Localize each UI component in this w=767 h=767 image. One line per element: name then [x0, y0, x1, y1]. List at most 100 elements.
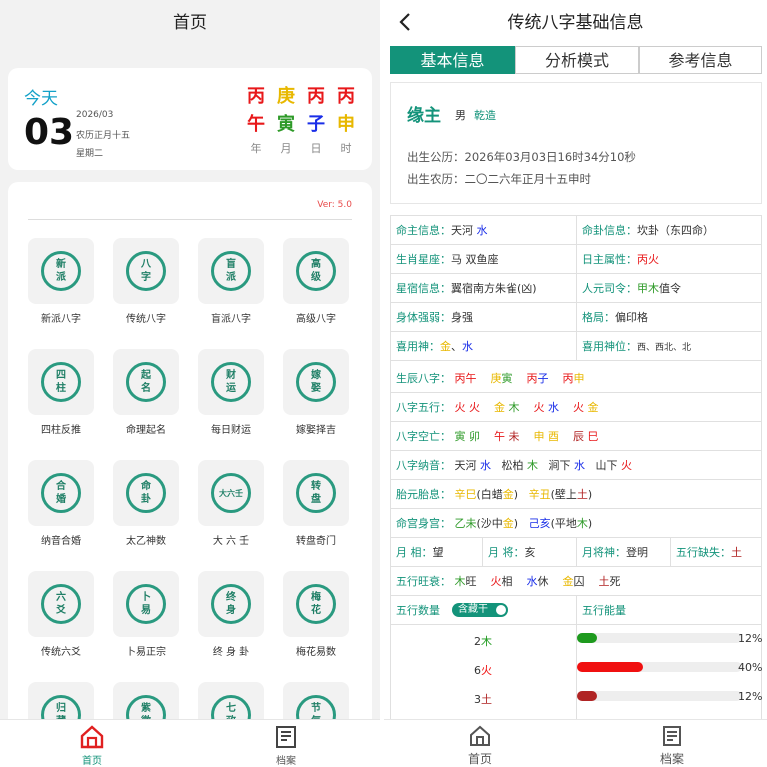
wx-bar-fill — [577, 691, 597, 701]
bazi-hour-branch: 申 — [573, 372, 585, 385]
pillar-label: 月 — [280, 142, 292, 155]
wx-count: 2木 — [474, 633, 492, 649]
tab-home-label: 首页 — [82, 756, 102, 767]
nayin-2: 松柏 — [501, 459, 524, 472]
tool-item[interactable]: 六 爻传统六爻 — [20, 571, 102, 675]
tool-label: 新派八字 — [41, 314, 81, 325]
tool-icon-box: 嫁 娶 — [283, 349, 349, 415]
tab-basic-info[interactable]: 基本信息 — [390, 46, 515, 74]
wx-bar-fill — [577, 633, 597, 643]
seal-icon: 卜 易 — [126, 584, 166, 624]
divider — [28, 219, 352, 220]
tool-label: 四柱反推 — [41, 425, 81, 436]
tab-home-label: 首页 — [467, 752, 492, 766]
moon-phase-value: 望 — [432, 546, 444, 559]
tool-item[interactable]: 嫁 娶嫁娶择吉 — [275, 349, 357, 453]
tool-item[interactable]: 起 名命理起名 — [105, 349, 187, 453]
tool-item[interactable]: 盲 派盲派八字 — [190, 238, 272, 342]
wuxing-6: 水 — [548, 401, 559, 414]
wx-bar-track — [577, 633, 742, 643]
tool-label: 终 身 卦 — [212, 647, 250, 658]
row-minggong: 命宫身宫： 乙未(沙中金) 己亥(平地木) — [390, 509, 762, 538]
tab-analysis-mode[interactable]: 分析模式 — [515, 46, 639, 74]
row-moon: 月 相：望 月 将：亥 月将神：登明 五行缺失：土 — [390, 538, 762, 567]
today-weekday: 星期二 — [76, 149, 104, 159]
tool-item[interactable]: 转 盘转盘奇门 — [275, 460, 357, 564]
tool-item[interactable]: 大六壬大 六 壬 — [190, 460, 272, 564]
kongwang-6: 酉 — [548, 430, 559, 443]
moon-god-key: 月将神： — [582, 546, 626, 559]
tool-icon-box: 卜 易 — [113, 571, 179, 637]
taiyuan-b: 辛丑 — [528, 488, 551, 501]
ws-2: 旺 — [465, 575, 477, 588]
tab-archive[interactable]: 档案 — [642, 724, 702, 767]
tab-home[interactable]: 首页 — [450, 724, 510, 767]
tool-icon-box: 六 爻 — [28, 571, 94, 637]
useful-god-key: 喜用神： — [396, 340, 440, 353]
tool-label: 转盘奇门 — [296, 536, 336, 547]
tool-item[interactable]: 四 柱四柱反推 — [20, 349, 102, 453]
tab-archive[interactable]: 档案 — [256, 724, 316, 767]
nayin-1: 天河 — [454, 459, 477, 472]
profile-solar: 出生公历：2026年03月03日16时34分10秒 — [407, 150, 636, 164]
bazi-month-branch: 寅 — [501, 372, 513, 385]
ming-gua-key: 命卦信息： — [582, 224, 637, 237]
star-key: 星宿信息： — [396, 282, 451, 295]
tool-label: 命理起名 — [126, 425, 166, 436]
today-card[interactable]: 今天 03 2026/03 农历正月十五 星期二 丙午年 庚寅月 丙子日 丙申时 — [8, 68, 372, 170]
tool-item[interactable]: 卜 易卜易正宗 — [105, 571, 187, 675]
today-date: 2026/03 — [76, 110, 114, 120]
tool-icon-box: 转 盘 — [283, 460, 349, 526]
ws-5: 水 — [526, 575, 538, 588]
wangshuai-key: 五行旺衰： — [396, 575, 451, 588]
tool-label: 盲派八字 — [211, 314, 251, 325]
minggong-b3: 木 — [576, 517, 588, 530]
taiyuan-b4: ) — [587, 488, 593, 501]
wx-count-element: 土 — [481, 693, 492, 706]
wuxing-key: 八字五行： — [396, 401, 451, 414]
tool-item[interactable]: 终 身终 身 卦 — [190, 571, 272, 675]
canggan-toggle[interactable]: 含藏干 — [452, 603, 508, 617]
ws-7: 金 — [562, 575, 574, 588]
moon-god-value: 登明 — [626, 546, 648, 559]
bazi-hour-stem: 丙 — [562, 372, 574, 385]
kongwang-5: 申 — [533, 430, 545, 443]
day-master-value: 丙火 — [637, 253, 659, 266]
tool-item[interactable]: 高 级高级八字 — [275, 238, 357, 342]
minggong-a4: ) — [513, 517, 519, 530]
archive-icon — [276, 726, 296, 748]
ming-zhu-value: 天河 — [451, 224, 473, 237]
tool-item[interactable]: 新 派新派八字 — [20, 238, 102, 342]
tab-reference-info[interactable]: 参考信息 — [639, 46, 762, 74]
kongwang-8: 巳 — [587, 430, 599, 443]
kongwang-4: 未 — [508, 430, 520, 443]
tab-home[interactable]: 首页 — [62, 724, 122, 767]
ws-6: 休 — [537, 575, 549, 588]
tool-icon-box: 四 柱 — [28, 349, 94, 415]
seal-icon: 合 婚 — [41, 473, 81, 513]
row-kongwang: 八字空亡： 寅 卯 午 未 申 酉 辰 巳 — [390, 422, 762, 451]
minggong-a2: (沙中 — [476, 517, 503, 530]
tool-item[interactable]: 八 字传统八字 — [105, 238, 187, 342]
wx-count-element: 火 — [481, 664, 492, 677]
tool-label: 高级八字 — [296, 314, 336, 325]
tool-item[interactable]: 合 婚纳音合婚 — [20, 460, 102, 564]
pillar-stem: 丙 — [337, 86, 355, 107]
commander-value: 甲木 — [637, 282, 659, 295]
zodiac-value: 马 双鱼座 — [451, 253, 499, 266]
useful-god-b: 水 — [462, 340, 473, 353]
moon-phase-key: 月 相： — [396, 546, 433, 559]
tool-item[interactable]: 命 卦太乙神数 — [105, 460, 187, 564]
tool-item[interactable]: 财 运每日财运 — [190, 349, 272, 453]
wx-count-number: 6 — [474, 664, 481, 677]
minggong-b: 己亥 — [528, 517, 551, 530]
pillar-label: 时 — [340, 142, 352, 155]
zodiac-key: 生肖星座： — [396, 253, 451, 266]
seal-icon: 终 身 — [211, 584, 251, 624]
nayin-3: 涧下 — [548, 459, 571, 472]
row-zodiac: 生肖星座：马 双鱼座 日主属性：丙火 — [390, 245, 762, 274]
tool-item[interactable]: 梅 花梅花易数 — [275, 571, 357, 675]
wuxing-3: 金 — [494, 401, 505, 414]
commander-suffix: 值令 — [659, 282, 681, 295]
ming-gua-value: 坎卦（东四命） — [637, 224, 714, 237]
